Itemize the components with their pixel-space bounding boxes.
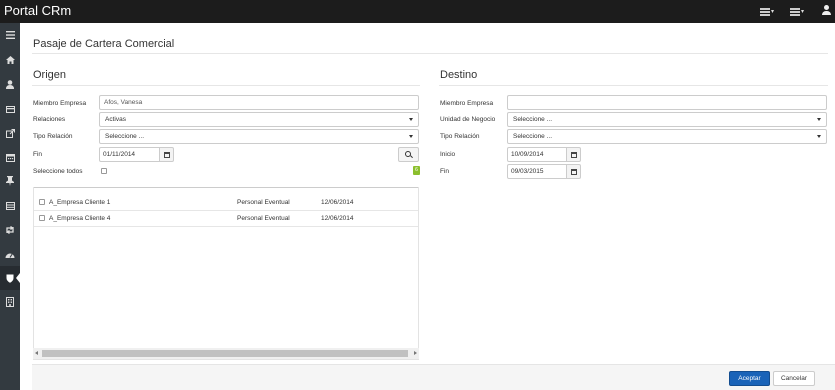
row-type: Personal Eventual <box>237 215 290 222</box>
unidad-select[interactable]: Seleccione ... <box>507 112 827 127</box>
origen-title: Origen <box>33 69 67 81</box>
user-icon[interactable] <box>0 72 20 96</box>
chevron-down-icon: ▾ <box>801 8 805 15</box>
select-all-checkbox[interactable] <box>101 168 107 174</box>
origen-fin-label: Fin <box>33 151 43 158</box>
chevron-down-icon <box>409 118 413 121</box>
home-icon[interactable] <box>0 48 20 72</box>
destino-miembro-label: Miembro Empresa <box>440 100 494 107</box>
divider <box>32 85 420 86</box>
origen-tipo-value: Seleccione ... <box>105 133 145 140</box>
relaciones-select[interactable]: Activas <box>99 112 419 127</box>
retweet-icon[interactable] <box>0 218 20 242</box>
row-name: A_Empresa Cliente 1 <box>49 199 111 206</box>
main-content: Pasaje de Cartera Comercial Origen Miemb… <box>20 23 835 390</box>
origen-tipo-select[interactable]: Seleccione ... <box>99 129 419 144</box>
pin-icon[interactable] <box>0 169 20 193</box>
list-icon[interactable] <box>0 194 20 218</box>
card-icon[interactable] <box>0 97 20 121</box>
destino-fin-label: Fin <box>440 168 450 175</box>
destino-tipo-value: Seleccione ... <box>513 133 553 140</box>
inicio-date: 10/09/2014 <box>507 147 581 162</box>
external-link-icon[interactable] <box>0 121 20 145</box>
destino-fin-input[interactable]: 09/03/2015 <box>507 164 567 179</box>
results-table: A_Empresa Cliente 1 Personal Eventual 12… <box>33 187 419 360</box>
calendar-icon <box>570 168 577 175</box>
page-title: Pasaje de Cartera Comercial <box>33 38 175 50</box>
calendar-icon[interactable] <box>0 145 20 169</box>
row-date: 12/06/2014 <box>321 215 354 222</box>
modal-footer <box>32 364 835 390</box>
dashboard-icon[interactable] <box>0 242 20 266</box>
destino-fin-date: 09/03/2015 <box>507 164 581 179</box>
modules-menu[interactable]: ▾ <box>790 5 804 18</box>
destino-tipo-select[interactable]: Seleccione ... <box>507 129 827 144</box>
building-icon[interactable] <box>0 290 20 314</box>
origen-tipo-label: Tipo Relación <box>33 133 73 140</box>
destino-title: Destino <box>440 69 478 81</box>
unidad-value: Seleccione ... <box>513 116 553 123</box>
horizontal-scrollbar[interactable] <box>33 348 419 359</box>
seleccione-todos-label: Seleccione todos <box>33 168 83 175</box>
sidebar <box>0 23 20 390</box>
table-row[interactable]: A_Empresa Cliente 4 Personal Eventual 12… <box>34 211 418 227</box>
row-checkbox[interactable] <box>39 215 45 221</box>
row-date: 12/06/2014 <box>321 199 354 206</box>
calendar-icon <box>163 151 170 158</box>
menu-icon[interactable] <box>0 23 20 47</box>
table-row[interactable]: A_Empresa Cliente 1 Personal Eventual 12… <box>34 195 418 211</box>
row-checkbox[interactable] <box>39 199 45 205</box>
destino-tipo-label: Tipo Relación <box>440 133 480 140</box>
divider <box>32 53 828 54</box>
search-icon <box>405 151 412 158</box>
relaciones-value: Activas <box>105 116 126 123</box>
accept-button[interactable]: Aceptar <box>729 371 770 386</box>
destino-miembro-input[interactable] <box>507 95 827 110</box>
apps-menu[interactable]: ▾ <box>760 5 774 18</box>
table-icon <box>790 7 800 16</box>
calendar-button[interactable] <box>567 147 581 162</box>
origen-miembro-input[interactable]: Afos, Vanesa <box>99 95 419 110</box>
shield-icon[interactable] <box>0 266 20 290</box>
count-badge: 6 <box>413 166 420 175</box>
grid-icon <box>760 7 770 16</box>
scroll-left-icon[interactable] <box>35 351 38 355</box>
app-title[interactable]: Portal CRm <box>4 3 71 18</box>
cancel-button[interactable]: Cancelar <box>773 371 815 386</box>
calendar-button[interactable] <box>567 164 581 179</box>
origen-fin-date: 01/11/2014 <box>99 147 174 162</box>
chevron-down-icon <box>817 118 821 121</box>
row-type: Personal Eventual <box>237 199 290 206</box>
calendar-icon <box>570 151 577 158</box>
scroll-thumb[interactable] <box>42 350 408 357</box>
row-name: A_Empresa Cliente 4 <box>49 215 111 222</box>
origen-fin-input[interactable]: 01/11/2014 <box>99 147 160 162</box>
chevron-down-icon <box>409 135 413 138</box>
origen-miembro-label: Miembro Empresa <box>33 100 87 107</box>
calendar-button[interactable] <box>160 147 174 162</box>
user-menu-icon[interactable] <box>822 5 831 17</box>
relaciones-label: Relaciones <box>33 116 66 123</box>
chevron-down-icon: ▾ <box>771 8 775 15</box>
top-navbar: Portal CRm ▾ ▾ <box>0 0 835 23</box>
scroll-right-icon[interactable] <box>414 351 417 355</box>
search-button[interactable] <box>398 147 419 162</box>
chevron-down-icon <box>817 135 821 138</box>
divider <box>439 85 828 86</box>
inicio-label: Inicio <box>440 151 456 158</box>
inicio-input[interactable]: 10/09/2014 <box>507 147 567 162</box>
unidad-label: Unidad de Negocio <box>440 116 496 123</box>
